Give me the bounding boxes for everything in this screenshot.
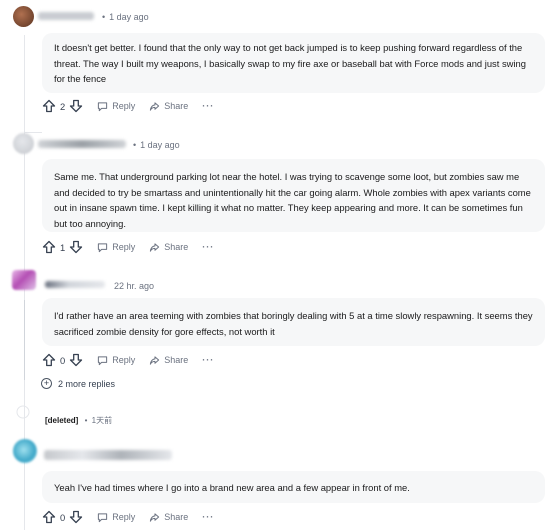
comment-body: Same me. That underground parking lot ne… [42, 159, 545, 232]
reply-icon [98, 101, 108, 111]
reply-icon [98, 512, 108, 522]
reply-button[interactable]: Reply [97, 512, 135, 523]
share-button[interactable]: Share [149, 101, 188, 112]
share-button[interactable]: Share [149, 355, 188, 366]
downvote-icon[interactable] [69, 510, 83, 524]
share-button[interactable]: Share [149, 242, 188, 253]
reply-button[interactable]: Reply [97, 355, 135, 366]
reply-label: Reply [112, 355, 136, 365]
comment-timestamp: • 1 day ago [102, 12, 149, 22]
more-options-icon[interactable]: ··· [202, 101, 214, 111]
more-options-icon[interactable]: ··· [202, 512, 214, 522]
comment-body: I'd rather have an area teeming with zom… [42, 298, 545, 346]
reply-button[interactable]: Reply [97, 101, 135, 112]
deleted-avatar-icon [15, 404, 31, 420]
reply-label: Reply [112, 101, 136, 111]
thread-line [24, 300, 25, 380]
more-replies-button[interactable]: + 2 more replies [41, 378, 115, 389]
vote-count: 2 [60, 100, 66, 112]
reply-icon [98, 242, 108, 252]
share-label: Share [164, 512, 189, 522]
comment-timestamp: 22 hr. ago [114, 281, 155, 291]
comment-body: Yeah I've had times where I go into a br… [42, 471, 545, 503]
share-label: Share [164, 242, 189, 252]
share-icon [150, 512, 160, 522]
username-redacted[interactable] [38, 12, 94, 20]
vote-count: 1 [60, 241, 66, 253]
reply-label: Reply [112, 512, 136, 522]
comment-body: It doesn't get better. I found that the … [42, 33, 545, 93]
deleted-author: [deleted] • 1天前 [45, 416, 113, 425]
vote-count: 0 [60, 511, 66, 523]
username-redacted[interactable] [38, 140, 126, 148]
more-options-icon[interactable]: ··· [202, 355, 214, 365]
share-icon [150, 355, 160, 365]
avatar[interactable] [12, 270, 36, 290]
downvote-icon[interactable] [69, 240, 83, 254]
reply-button[interactable]: Reply [97, 242, 135, 253]
reply-label: Reply [112, 242, 136, 252]
share-icon [150, 101, 160, 111]
comment-timestamp: 1天前 [91, 416, 113, 425]
username-redacted[interactable] [44, 450, 172, 460]
more-replies-label: 2 more replies [58, 378, 116, 389]
avatar[interactable] [13, 133, 34, 154]
expand-plus-icon: + [41, 378, 52, 389]
comment-timestamp: • 1 day ago [133, 140, 180, 150]
reply-icon [98, 355, 108, 365]
username-redacted[interactable] [45, 281, 105, 288]
share-icon [150, 242, 160, 252]
avatar[interactable] [13, 439, 37, 463]
upvote-icon[interactable] [42, 353, 56, 367]
comment-actions: 2 Reply Share ··· [42, 98, 214, 114]
more-options-icon[interactable]: ··· [202, 242, 214, 252]
upvote-icon[interactable] [42, 510, 56, 524]
upvote-icon[interactable] [42, 240, 56, 254]
share-button[interactable]: Share [149, 512, 188, 523]
downvote-icon[interactable] [69, 99, 83, 113]
avatar[interactable] [13, 6, 34, 27]
vote-count: 0 [60, 354, 66, 366]
upvote-icon[interactable] [42, 99, 56, 113]
share-label: Share [164, 355, 189, 365]
comment-actions: 0 Reply Share ··· [42, 509, 214, 525]
downvote-icon[interactable] [69, 353, 83, 367]
share-label: Share [164, 101, 189, 111]
comment-actions: 1 Reply Share ··· [42, 239, 214, 255]
comment-actions: 0 Reply Share ··· [42, 352, 214, 368]
